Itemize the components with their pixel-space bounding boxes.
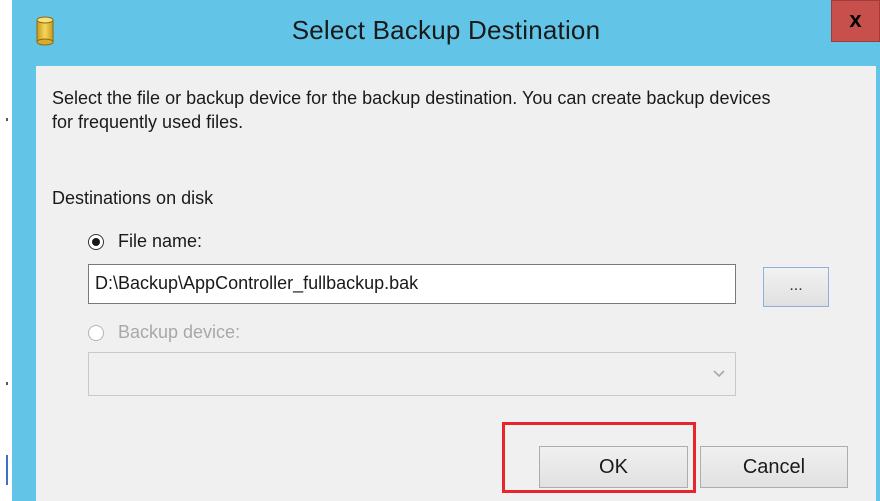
description-text: Select the file or backup device for the… — [52, 88, 771, 132]
close-icon: x — [849, 7, 862, 32]
browse-button[interactable]: ... — [763, 267, 829, 307]
file-name-input[interactable]: D:\Backup\AppController_fullbackup.bak — [88, 264, 736, 304]
file-name-option[interactable]: File name: — [88, 231, 202, 252]
dialog-body: Select the file or backup device for the… — [36, 66, 876, 501]
cancel-button[interactable]: Cancel — [700, 446, 848, 488]
backup-device-select[interactable] — [88, 352, 736, 396]
ok-button[interactable]: OK — [539, 446, 688, 488]
dialog-window: Select Backup Destination x Select the f… — [12, 0, 880, 501]
destinations-group-label: Destinations on disk — [52, 188, 214, 208]
window-title: Select Backup Destination — [291, 15, 601, 45]
backup-device-label: Backup device: — [118, 322, 241, 342]
chevron-down-icon — [713, 370, 725, 378]
title-bar[interactable]: Select Backup Destination x — [12, 0, 880, 66]
file-name-radio[interactable] — [88, 233, 104, 250]
edge-mark — [6, 455, 8, 485]
close-button[interactable]: x — [831, 0, 880, 42]
edge-mark — [6, 118, 8, 121]
background-edge — [0, 0, 12, 501]
backup-device-radio[interactable] — [88, 324, 104, 341]
file-name-label: File name: — [118, 231, 203, 251]
edge-mark — [6, 382, 8, 385]
backup-device-option[interactable]: Backup device: — [88, 322, 240, 343]
